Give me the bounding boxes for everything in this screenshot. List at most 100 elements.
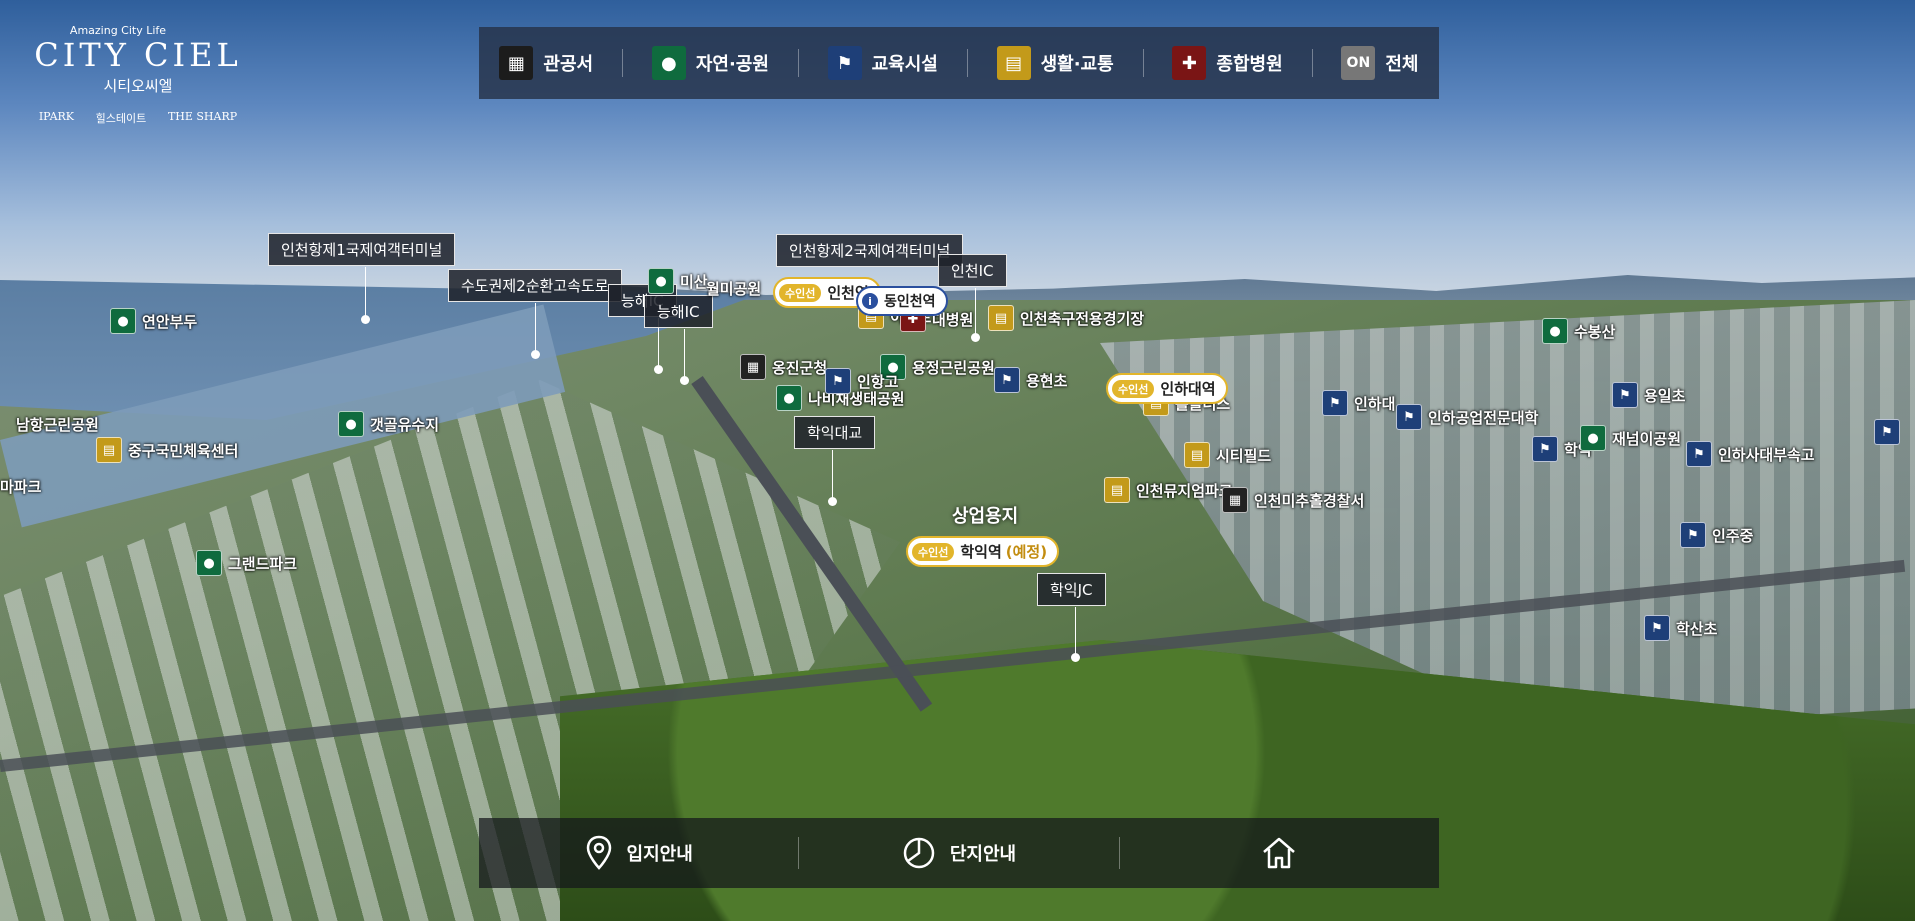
location-pin-icon	[586, 835, 611, 870]
divider	[1311, 49, 1313, 77]
poi-label: 재넘이공원	[1612, 429, 1682, 448]
poi-inha-college[interactable]: ⚑ 인하공업전문대학	[1396, 404, 1538, 430]
category-filter-bar: ▦ 관공서 ● 자연·공원 ⚑ 교육시설 ▤ 생활·교통 ✚ 종합병원 ON 전…	[479, 27, 1439, 99]
poi-incheon-stadium[interactable]: ▤ 인천축구전용경기장	[988, 305, 1144, 331]
logo-brand: CITY CIEL	[34, 36, 242, 74]
callout-terminal1[interactable]: 인천항제1국제여객터미널	[268, 233, 456, 266]
poi-label: 갯골유수지	[370, 415, 440, 434]
poi-haksan[interactable]: ⚑ 학산초	[1644, 615, 1717, 641]
location-guide-button[interactable]: 입지안내	[479, 835, 798, 871]
shop-icon: ▤	[96, 437, 122, 463]
callout-dot	[1071, 653, 1080, 662]
partner-logos: IPARK 힐스테이트 THE SHARP	[28, 110, 248, 126]
building-icon: ▦	[740, 354, 766, 380]
school-icon: ⚑	[1680, 522, 1706, 548]
poi-wolmi-park[interactable]: 월미공원	[706, 278, 761, 299]
poi-gaetgol[interactable]: ● 갯골유수지	[338, 411, 439, 437]
poi-label: 인항고	[857, 372, 899, 391]
divider	[1142, 49, 1144, 77]
complex-guide-label: 단지안내	[949, 844, 1017, 865]
poi-label: 연안부두	[142, 312, 198, 331]
hospital-cross-icon: ✚	[1172, 46, 1207, 80]
poi-label: 시티필드	[1216, 446, 1272, 465]
divider	[621, 49, 623, 77]
filter-life-transport[interactable]: ▤ 생활·교통	[985, 46, 1126, 80]
poi-wolmi-mountain[interactable]: ● 미산	[648, 268, 708, 294]
tree-icon: ●	[1580, 425, 1606, 451]
poi-junggu-gym[interactable]: ▤ 중구국민체육센터	[96, 437, 238, 463]
poi-city-field[interactable]: ▤ 시티필드	[1184, 442, 1271, 468]
callout-expressway[interactable]: 수도권제2순환고속도로	[448, 269, 622, 302]
subway-line-badge: 수인선	[1112, 379, 1155, 398]
station-inha[interactable]: 수인선 인하대역	[1106, 373, 1228, 404]
tree-icon: ●	[776, 385, 802, 411]
poi-grand-park[interactable]: ● 그랜드파크	[196, 550, 297, 576]
poi-incheon-go[interactable]: ⚑ 인항고	[825, 368, 898, 394]
complex-guide-button[interactable]: 단지안내	[799, 836, 1118, 870]
callout-dot	[971, 333, 980, 342]
poi-yongil[interactable]: ⚑ 용일초	[1612, 382, 1685, 408]
poi-edge-school[interactable]: ⚑	[1874, 419, 1900, 445]
station-name: 인하대역	[1160, 380, 1216, 398]
shop-icon: ▤	[988, 305, 1014, 331]
poi-label: 인천축구전용경기장	[1020, 309, 1145, 328]
tree-icon: ●	[651, 46, 686, 80]
poi-museum-park[interactable]: ▤ 인천뮤지엄파크	[1104, 477, 1233, 503]
shop-icon: ▤	[996, 46, 1031, 80]
filter-education[interactable]: ⚑ 교육시설	[816, 46, 950, 80]
poi-yonghyeon[interactable]: ⚑ 용현초	[994, 367, 1067, 393]
callout-stem	[832, 450, 833, 498]
poi-label: 마파크	[0, 478, 42, 496]
aerial-map-background[interactable]	[0, 0, 1915, 921]
school-icon: ⚑	[1396, 404, 1422, 430]
poi-label: 남항근린공원	[16, 416, 99, 434]
poi-inha-highschool[interactable]: ⚑ 인하사대부속고	[1686, 441, 1815, 467]
station-name: 학익역	[960, 543, 1002, 561]
info-icon: i	[862, 293, 878, 309]
poi-yeonan-pier[interactable]: ● 연안부두	[110, 308, 197, 334]
station-hagik[interactable]: 수인선 학익역 (예정)	[906, 536, 1060, 567]
callout-hagik-bridge[interactable]: 학익대교	[794, 416, 876, 449]
filter-hospital[interactable]: ✚ 종합병원	[1160, 46, 1294, 80]
callout-stem	[535, 303, 536, 353]
poi-subongsan[interactable]: ● 수봉산	[1542, 318, 1615, 344]
poi-namhang-park[interactable]: 남항근린공원	[16, 414, 99, 435]
subway-line-badge: 수인선	[912, 542, 955, 561]
home-button[interactable]	[1120, 836, 1439, 870]
partner-thesharp: THE SHARP	[167, 110, 238, 123]
filter-all-toggle[interactable]: ON 전체	[1329, 46, 1430, 80]
poi-police[interactable]: ▦ 인천미추홀경찰서	[1222, 487, 1364, 513]
zone-label-commercial: 상업용지	[952, 506, 1019, 527]
school-icon: ⚑	[827, 46, 862, 80]
poi-jaenaei-park[interactable]: ● 재넘이공원	[1580, 425, 1681, 451]
filter-nature-park[interactable]: ● 자연·공원	[640, 46, 781, 80]
poi-label: 옹진군청	[772, 358, 828, 377]
poi-inha-mid[interactable]: ⚑ 인하대	[1322, 390, 1395, 416]
filter-government[interactable]: ▦ 관공서	[487, 46, 605, 80]
poi-label: 인하대	[1354, 394, 1396, 413]
building-icon: ▦	[1222, 487, 1248, 513]
shop-icon: ▤	[1104, 477, 1130, 503]
logo-korean: 시티오씨엘	[103, 77, 173, 95]
poi-label: 학산초	[1676, 619, 1718, 638]
poi-park-left[interactable]: 마파크	[0, 476, 41, 497]
poi-yongjin-office[interactable]: ▦ 옹진군청	[740, 354, 827, 380]
school-icon: ⚑	[1644, 615, 1670, 641]
poi-inju-mid[interactable]: ⚑ 인주중	[1680, 522, 1753, 548]
callout-incheon-ic[interactable]: 인천IC	[938, 254, 1007, 287]
poi-label: 중구국민체육센터	[128, 441, 239, 460]
school-icon: ⚑	[1686, 441, 1712, 467]
subway-line-badge: 수인선	[779, 283, 822, 302]
school-icon: ⚑	[994, 367, 1020, 393]
brand-logo[interactable]: Amazing City Life CITY CIEL 시티오씨엘 IPARK …	[28, 24, 248, 126]
callout-neunghae-ic[interactable]: 능해IC	[644, 295, 713, 328]
school-icon: ⚑	[1532, 436, 1558, 462]
callout-hagik-jc[interactable]: 학익JC	[1037, 573, 1106, 606]
filter-label: 전체	[1385, 54, 1419, 75]
callout-terminal2[interactable]: 인천항제2국제여객터미널	[776, 234, 964, 267]
divider	[966, 49, 968, 77]
callout-dot	[828, 497, 837, 506]
tree-icon: ●	[648, 268, 674, 294]
station-dongincheon[interactable]: i 동인천역	[856, 286, 948, 316]
callout-stem	[684, 329, 685, 377]
